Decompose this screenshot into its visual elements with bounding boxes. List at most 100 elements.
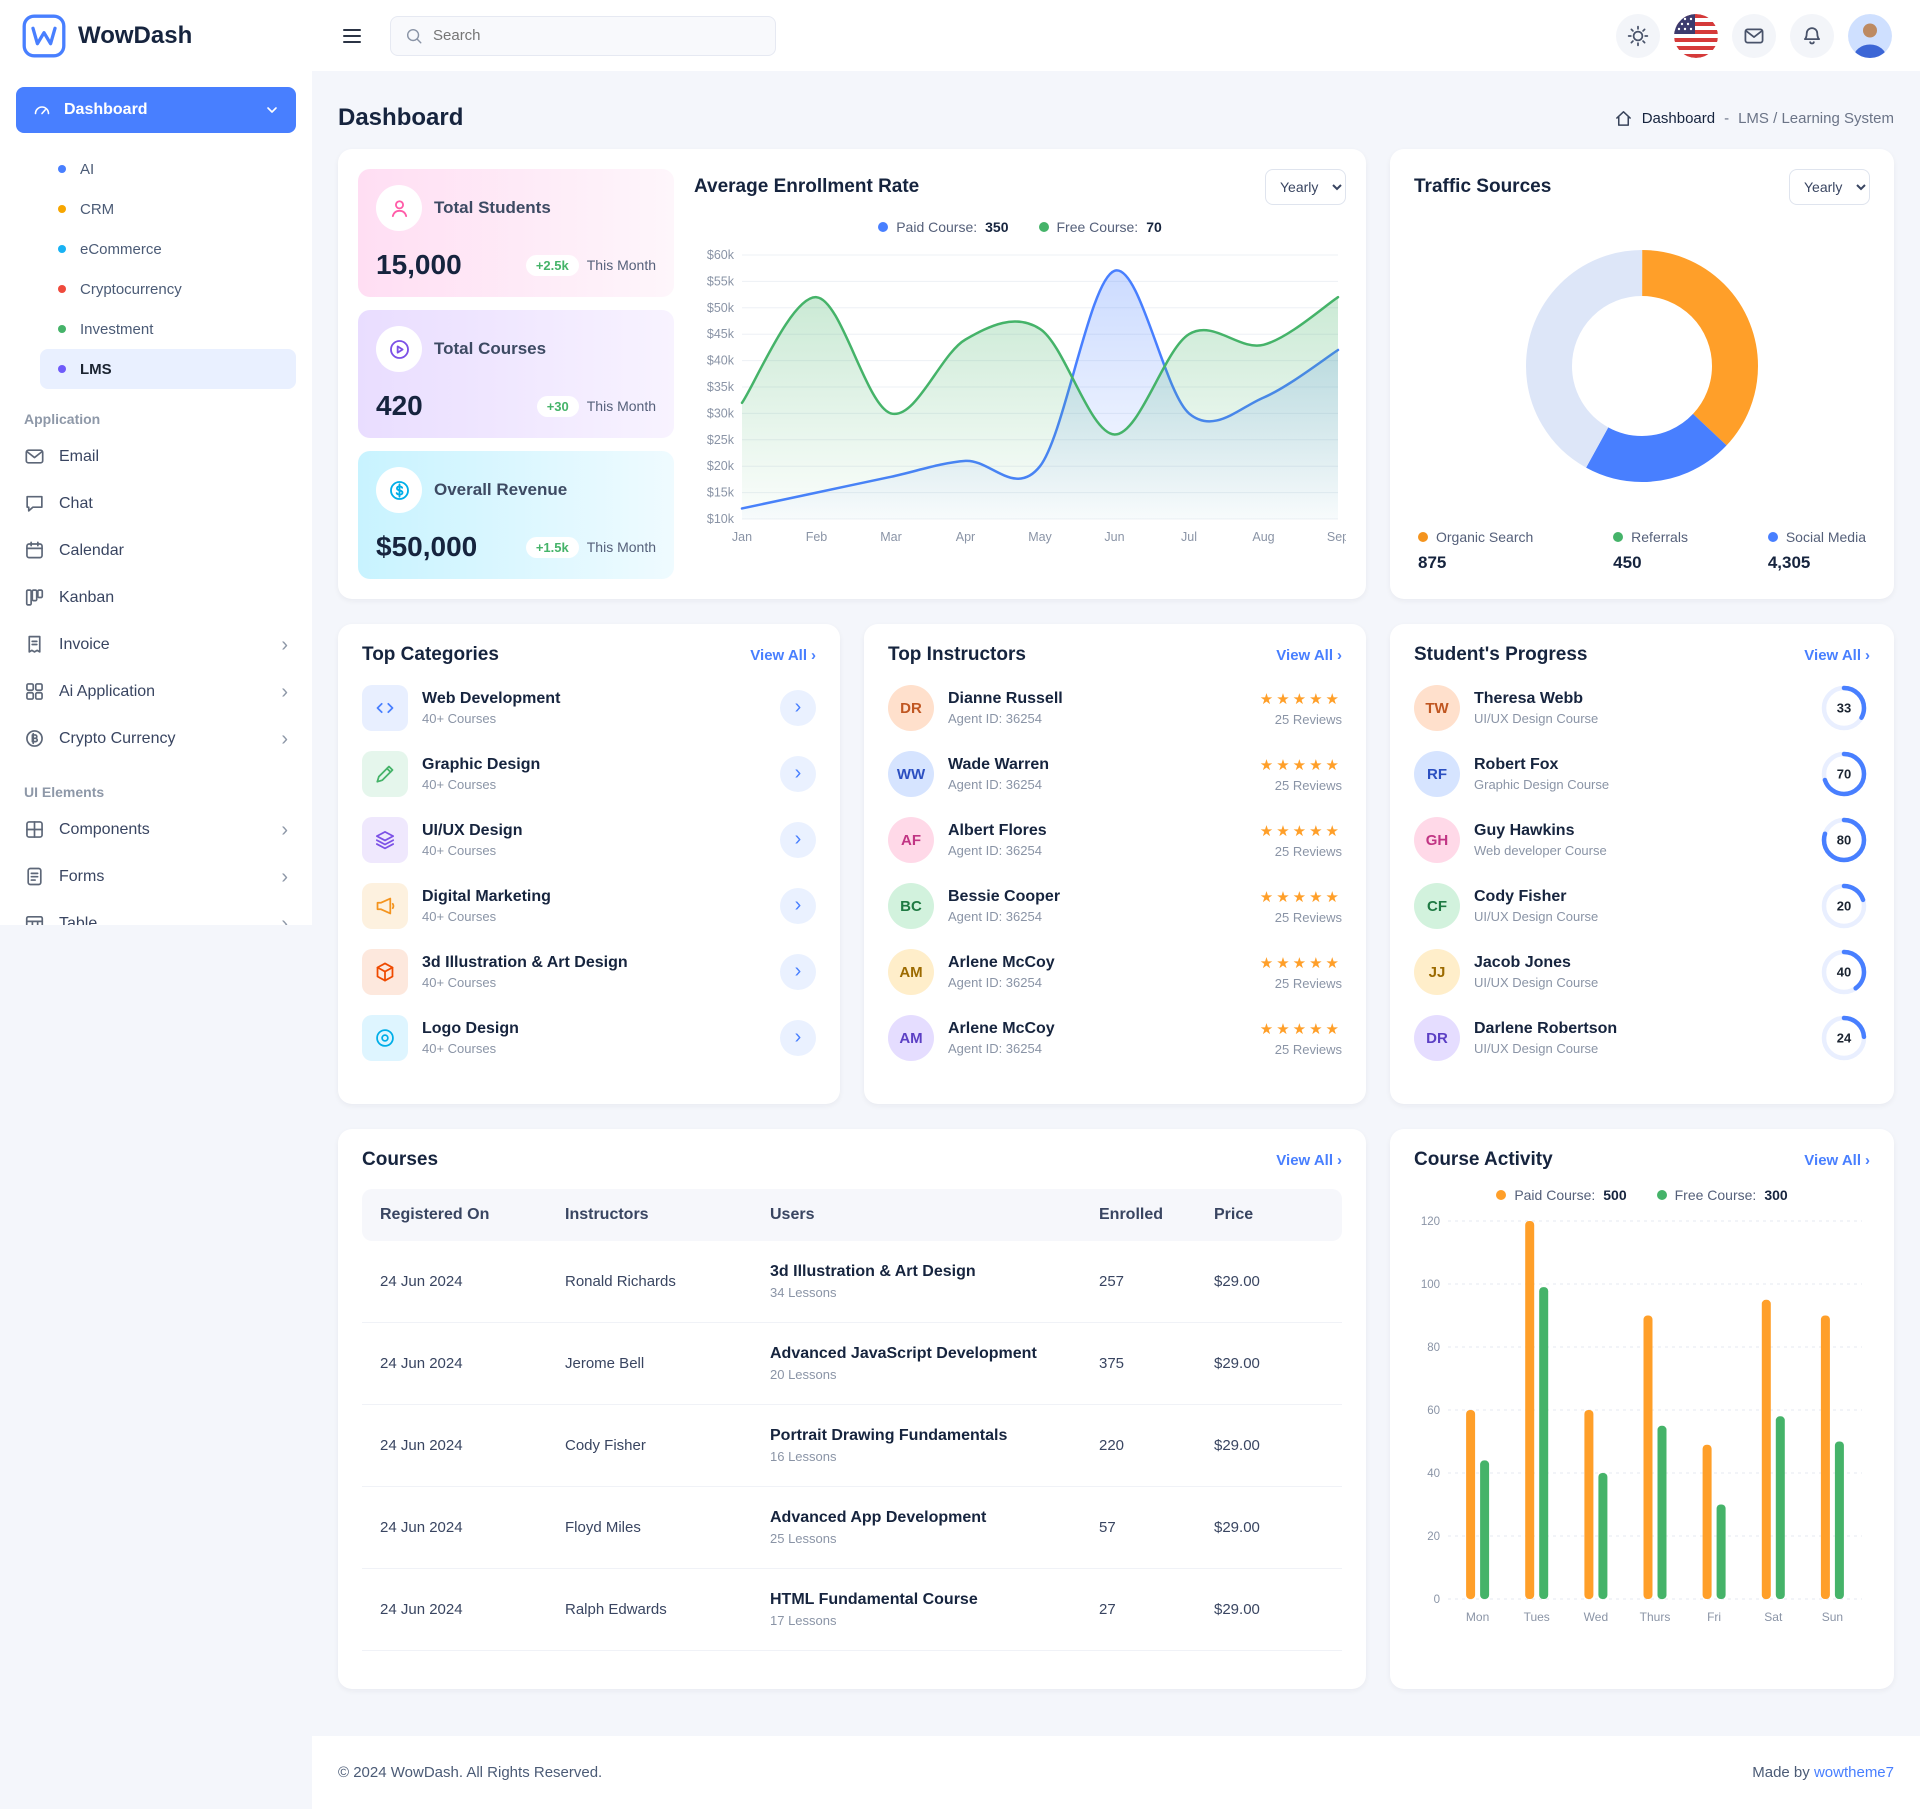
course-price: $29.00 [1214, 1601, 1324, 1618]
sidebar-item[interactable]: Table › [0, 900, 312, 925]
stat-icon [376, 326, 422, 372]
sidebar-item-icon [24, 540, 45, 561]
sidebar-subitem[interactable]: Investment [40, 309, 296, 349]
legend-dot-icon [1039, 222, 1049, 232]
category-open-button[interactable]: › [780, 888, 816, 924]
notifications-button[interactable] [1790, 14, 1834, 58]
svg-text:$20k: $20k [707, 459, 735, 473]
sidebar-ui-elements-menu: Components › Forms › Table › [0, 806, 312, 925]
breadcrumb-home[interactable]: Dashboard [1642, 110, 1715, 127]
student-progress-row: JJ Jacob Jones UI/UX Design Course 40 [1414, 946, 1870, 998]
sidebar-subitem[interactable]: Cryptocurrency [40, 269, 296, 309]
stat-card: Total Courses 420 +30 This Month [358, 310, 674, 438]
sidebar-item-label: Dashboard [64, 101, 148, 119]
stat-icon [376, 185, 422, 231]
course-instructor: Cody Fisher [565, 1437, 770, 1454]
sidebar-item-dashboard[interactable]: Dashboard [16, 87, 296, 133]
traffic-legend-item: Social Media 4,305 [1768, 529, 1866, 573]
svg-text:Jan: Jan [732, 530, 752, 544]
category-open-button[interactable]: › [780, 822, 816, 858]
sidebar-item[interactable]: Chat [0, 480, 312, 527]
messages-button[interactable] [1732, 14, 1776, 58]
svg-text:$50k: $50k [707, 301, 735, 315]
sidebar-subitem-label: eCommerce [80, 241, 162, 258]
sidebar-item[interactable]: Components › [0, 806, 312, 853]
instructor-row: AF Albert Flores Agent ID: 36254 ★★★★★ 2… [888, 814, 1342, 866]
traffic-period-select[interactable]: Yearly [1789, 169, 1870, 205]
sidebar-item[interactable]: Invoice › [0, 621, 312, 668]
course-activity-legend: Paid Course: 500 Free Course: 300 [1414, 1187, 1870, 1203]
category-open-button[interactable]: › [780, 756, 816, 792]
sidebar-item[interactable]: Kanban [0, 574, 312, 621]
traffic-legend-item: Organic Search 875 [1418, 529, 1533, 573]
traffic-legend-item: Referrals 450 [1613, 529, 1688, 573]
top-categories-view-all[interactable]: View All› [750, 647, 816, 664]
course-lessons: 34 Lessons [770, 1285, 1099, 1300]
instructor-agent-id: Agent ID: 36254 [948, 843, 1047, 858]
menu-toggle-button[interactable] [340, 24, 364, 48]
svg-text:$15k: $15k [707, 486, 735, 500]
category-open-button[interactable]: › [780, 1020, 816, 1056]
wowtheme7-link[interactable]: wowtheme7 [1814, 1764, 1894, 1781]
sidebar-item[interactable]: Calendar [0, 527, 312, 574]
category-title: 3d Illustration & Art Design [422, 954, 628, 972]
students-progress-view-all[interactable]: View All› [1804, 647, 1870, 664]
legend-value: 350 [985, 219, 1008, 235]
enrollment-period-select[interactable]: Yearly [1265, 169, 1346, 205]
sidebar-item-icon [24, 866, 45, 887]
sidebar-subitem[interactable]: CRM [40, 189, 296, 229]
student-progress-row: GH Guy Hawkins Web developer Course 80 [1414, 814, 1870, 866]
course-activity-bar-chart: 020406080100120MonTuesWedThursFriSatSun [1414, 1209, 1870, 1629]
sidebar-subitem-label: AI [80, 161, 94, 178]
traffic-source-value: 450 [1613, 553, 1688, 573]
sidebar-item[interactable]: Crypto Currency › [0, 715, 312, 762]
sidebar-item-label: Ai Application [59, 683, 155, 701]
search-icon [405, 27, 423, 45]
traffic-source-value: 4,305 [1768, 553, 1866, 573]
main-content: Dashboard Dashboard - LMS / Learning Sys… [312, 71, 1920, 1689]
sidebar-subitem[interactable]: AI [40, 149, 296, 189]
sidebar-item[interactable]: Forms › [0, 853, 312, 900]
column-header: Price [1214, 1206, 1324, 1224]
legend-value: 300 [1764, 1187, 1787, 1203]
traffic-donut-chart [1414, 227, 1870, 505]
table-row: 24 Jun 2024 Ralph Edwards HTML Fundament… [362, 1569, 1342, 1651]
svg-text:40: 40 [1427, 1468, 1440, 1480]
top-instructors-view-all[interactable]: View All› [1276, 647, 1342, 664]
profile-avatar[interactable] [1848, 14, 1892, 58]
course-lessons: 20 Lessons [770, 1367, 1099, 1382]
language-flag-button[interactable] [1674, 14, 1718, 58]
topbar [312, 0, 1920, 71]
category-open-button[interactable]: › [780, 954, 816, 990]
course-activity-view-all[interactable]: View All› [1804, 1152, 1870, 1169]
brand[interactable]: WowDash [0, 0, 312, 71]
column-header: Instructors [565, 1206, 770, 1224]
svg-text:Sat: Sat [1764, 1610, 1783, 1624]
theme-toggle-button[interactable] [1616, 14, 1660, 58]
sidebar-subitem[interactable]: eCommerce [40, 229, 296, 269]
copyright-text: © 2024 WowDash. All Rights Reserved. [338, 1764, 602, 1781]
stat-value: 420 [376, 390, 423, 422]
avatar: AM [888, 1015, 934, 1061]
category-open-button[interactable]: › [780, 690, 816, 726]
instructor-name: Albert Flores [948, 822, 1047, 840]
dashboard-icon [32, 100, 52, 120]
svg-text:20: 20 [1427, 1531, 1440, 1543]
svg-text:70: 70 [1837, 767, 1851, 782]
legend-label: Free Course: [1057, 219, 1139, 235]
sidebar-item[interactable]: Email [0, 433, 312, 480]
traffic-sources-card: Traffic Sources Yearly Organic Search 87… [1390, 149, 1894, 599]
sidebar-item[interactable]: Ai Application › [0, 668, 312, 715]
courses-view-all[interactable]: View All› [1276, 1152, 1342, 1169]
course-name: Advanced JavaScript Development [770, 1345, 1099, 1363]
search-input[interactable] [433, 27, 761, 44]
svg-text:Feb: Feb [806, 530, 828, 544]
svg-text:$10k: $10k [707, 512, 735, 526]
sidebar-item-label: Email [59, 448, 99, 466]
sidebar-subitem[interactable]: LMS [40, 349, 296, 389]
home-icon [1614, 109, 1633, 128]
svg-text:Mon: Mon [1466, 1610, 1489, 1624]
instructor-agent-id: Agent ID: 36254 [948, 711, 1063, 726]
top-categories-card: Top Categories View All› Web Development… [338, 624, 840, 1104]
category-row: Logo Design 40+ Courses › [362, 1012, 816, 1064]
